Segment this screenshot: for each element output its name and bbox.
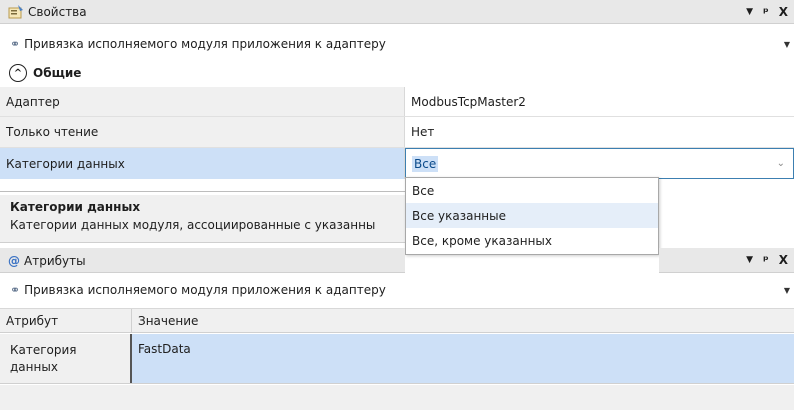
pin-icon[interactable]: ᵖ xyxy=(763,5,769,19)
object-selector[interactable]: ⚭ Привязка исполняемого модуля приложени… xyxy=(0,33,794,55)
description-title: Категории данных xyxy=(10,200,141,214)
object-selector-text: Привязка исполняемого модуля приложения … xyxy=(24,283,386,297)
combo-selected-value: Все xyxy=(412,155,439,172)
attributes-titlebar-right: ▼ ᵖ X xyxy=(659,248,794,273)
close-icon[interactable]: X xyxy=(779,253,788,267)
combo-box[interactable]: Все ⌄ xyxy=(405,148,794,179)
properties-icon xyxy=(8,4,24,19)
property-grid: Адаптер ModbusTcpMaster2 Только чтение Н… xyxy=(0,87,794,179)
attributes-titlebar-content: @ Атрибуты xyxy=(0,248,405,273)
attributes-table-header: Атрибут Значение xyxy=(0,308,794,333)
attribute-name-line1: Категория xyxy=(10,343,77,357)
link-icon: ⚭ xyxy=(10,37,21,51)
column-header-value[interactable]: Значение xyxy=(132,309,794,332)
attribute-value[interactable]: FastData xyxy=(132,334,794,383)
property-name: Адаптер xyxy=(0,87,405,116)
object-selector-attributes[interactable]: ⚭ Привязка исполняемого модуля приложени… xyxy=(0,279,794,301)
property-row-adapter[interactable]: Адаптер ModbusTcpMaster2 xyxy=(0,87,794,117)
column-header-attribute[interactable]: Атрибут xyxy=(0,309,132,332)
properties-title: Свойства xyxy=(28,4,87,19)
chevron-down-icon[interactable]: ▼ xyxy=(784,40,790,49)
grid-bottom-line xyxy=(0,191,405,192)
object-selector-text: Привязка исполняемого модуля приложения … xyxy=(24,37,386,51)
attribute-name: Категория данных xyxy=(0,334,132,383)
dropdown-option-all-except-specified[interactable]: Все, кроме указанных xyxy=(406,228,658,253)
at-sign-icon: @ xyxy=(8,253,20,268)
panel-controls: ▼ ᵖ X xyxy=(746,0,788,23)
properties-titlebar: Свойства ▼ ᵖ X xyxy=(0,0,794,24)
dropdown-list: Все Все указанные Все, кроме указанных xyxy=(405,177,659,255)
attributes-empty-area xyxy=(0,385,794,410)
dropdown-menu-icon[interactable]: ▼ xyxy=(746,255,753,265)
dropdown-option-all-specified[interactable]: Все указанные xyxy=(406,203,658,228)
property-row-readonly[interactable]: Только чтение Нет xyxy=(0,117,794,148)
attributes-title: Атрибуты xyxy=(24,253,86,268)
dropdown-menu-icon[interactable]: ▼ xyxy=(746,7,753,17)
property-value[interactable]: ModbusTcpMaster2 xyxy=(405,87,794,116)
property-row-data-categories[interactable]: Категории данных Все ⌄ xyxy=(0,148,794,179)
description-text: Категории данных модуля, ассоциированные… xyxy=(10,218,376,232)
description-area: Категории данных Категории данных модуля… xyxy=(0,195,405,243)
panel-controls: ▼ ᵖ X xyxy=(746,248,788,272)
property-name: Только чтение xyxy=(0,117,405,147)
attribute-name-line2: данных xyxy=(10,360,58,374)
attributes-row[interactable]: Категория данных FastData xyxy=(0,334,794,384)
property-name: Категории данных xyxy=(0,148,405,179)
close-icon[interactable]: X xyxy=(779,5,788,19)
pin-icon[interactable]: ᵖ xyxy=(763,253,769,267)
section-title: Общие xyxy=(33,66,82,80)
section-header-general[interactable]: ^ Общие xyxy=(0,61,794,85)
link-icon: ⚭ xyxy=(10,283,21,297)
property-value[interactable]: Нет xyxy=(405,117,794,147)
chevron-down-icon[interactable]: ▼ xyxy=(784,286,790,295)
chevron-down-icon[interactable]: ⌄ xyxy=(777,158,785,169)
dropdown-option-all[interactable]: Все xyxy=(406,178,658,203)
collapse-icon[interactable]: ^ xyxy=(9,64,27,82)
attribute-value-text: FastData xyxy=(138,342,191,356)
